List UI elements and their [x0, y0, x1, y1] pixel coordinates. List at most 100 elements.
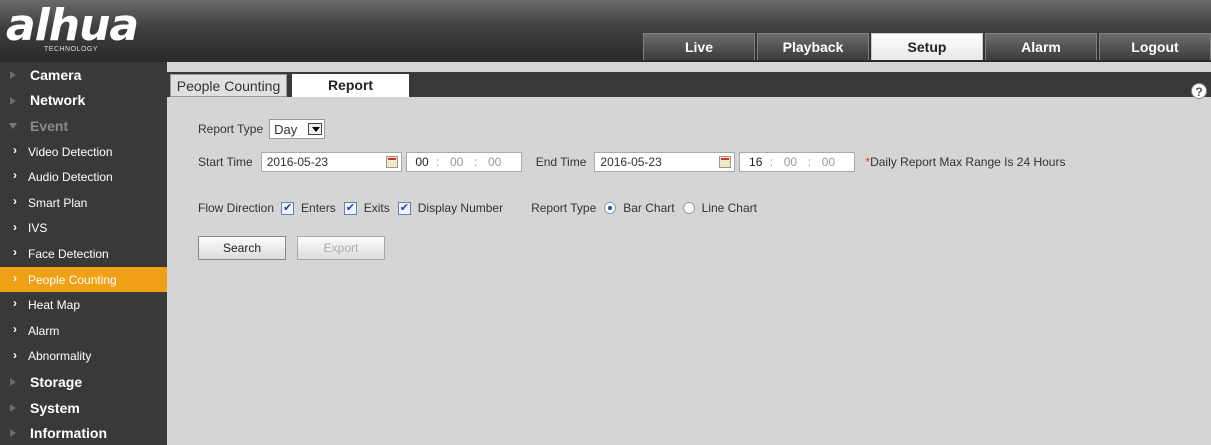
sidebar: Camera Network Event › Video Detection ›… — [0, 62, 167, 445]
sidebar-item-audio-detection[interactable]: › Audio Detection — [0, 164, 167, 190]
sidebar-group-event[interactable]: Event — [0, 113, 167, 139]
report-type-chart-label: Report Type — [531, 201, 597, 215]
range-note-text: Daily Report Max Range Is 24 Hours — [870, 155, 1066, 169]
sidebar-item-label: People Counting — [28, 272, 117, 287]
sidebar-item-label: Audio Detection — [28, 170, 113, 185]
sidebar-group-network[interactable]: Network — [0, 88, 167, 114]
sidebar-group-system[interactable]: System — [0, 395, 167, 421]
top-header: alhua TECHNOLOGY Live Playback Setup Ala… — [0, 0, 1211, 62]
chevron-right-icon: › — [13, 270, 17, 285]
start-time-label: Start Time — [198, 155, 253, 169]
expanded-triangle-icon — [9, 123, 17, 130]
calendar-icon[interactable] — [719, 156, 732, 168]
sidebar-group-label: Storage — [30, 373, 83, 390]
sidebar-item-ivs[interactable]: › IVS — [0, 216, 167, 242]
report-type-label: Report Type — [198, 122, 264, 136]
start-date-input[interactable]: 2016-05-23 — [260, 152, 402, 172]
chevron-right-icon: › — [13, 347, 17, 362]
sidebar-item-alarm[interactable]: › Alarm — [0, 318, 167, 344]
sidebar-item-label: Smart Plan — [28, 195, 88, 210]
report-type-row: Report Type Day — [198, 119, 326, 139]
end-date-input[interactable]: 2016-05-23 — [594, 152, 736, 172]
sidebar-item-heat-map[interactable]: › Heat Map — [0, 292, 167, 318]
range-note: *Daily Report Max Range Is 24 Hours — [865, 155, 1065, 169]
sidebar-item-label: Video Detection — [28, 144, 113, 159]
start-minute[interactable]: 00 — [447, 155, 467, 169]
top-navigation: Live Playback Setup Alarm Logout — [641, 33, 1211, 60]
sidebar-item-face-detection[interactable]: › Face Detection — [0, 241, 167, 267]
end-time-label: End Time — [535, 155, 587, 169]
end-date-value: 2016-05-23 — [600, 155, 662, 169]
end-hour[interactable]: 16 — [740, 155, 762, 169]
calendar-icon[interactable] — [385, 156, 398, 168]
export-button[interactable]: Export — [297, 236, 385, 260]
subtab-bar: People Counting Report ? — [167, 72, 1211, 99]
chevron-right-icon: › — [13, 193, 17, 208]
collapsed-triangle-icon — [10, 378, 16, 387]
collapsed-triangle-icon — [10, 403, 16, 412]
end-second[interactable]: 00 — [818, 155, 838, 169]
sidebar-group-storage[interactable]: Storage — [0, 369, 167, 395]
chevron-right-icon: › — [13, 219, 17, 234]
time-separator: : — [769, 155, 774, 169]
nav-tab-alarm[interactable]: Alarm — [985, 33, 1097, 60]
flow-direction-row: Flow Direction Enters Exits Display Numb… — [198, 200, 757, 216]
tab-people-counting[interactable]: People Counting — [170, 74, 287, 97]
chevron-right-icon: › — [13, 168, 17, 183]
nav-tab-live[interactable]: Live — [643, 33, 755, 60]
exits-label: Exits — [363, 201, 390, 215]
sidebar-item-video-detection[interactable]: › Video Detection — [0, 139, 167, 165]
collapsed-triangle-icon — [10, 96, 16, 105]
bar-chart-radio[interactable] — [604, 202, 617, 214]
collapsed-triangle-icon — [10, 71, 16, 79]
nav-tab-playback[interactable]: Playback — [757, 33, 869, 60]
exits-checkbox[interactable] — [343, 201, 357, 215]
enters-checkbox[interactable] — [281, 201, 295, 215]
sidebar-item-smart-plan[interactable]: › Smart Plan — [0, 190, 167, 216]
enters-label: Enters — [301, 201, 336, 215]
sidebar-group-camera[interactable]: Camera — [0, 62, 167, 88]
start-date-value: 2016-05-23 — [266, 155, 329, 169]
bar-chart-label: Bar Chart — [623, 201, 675, 215]
display-number-checkbox[interactable] — [397, 201, 411, 215]
time-row: Start Time 2016-05-23 00 : 00 : 00 End T… — [198, 152, 1065, 172]
line-chart-label: Line Chart — [701, 201, 757, 215]
help-icon[interactable]: ? — [1191, 83, 1207, 99]
search-button[interactable]: Search — [198, 236, 286, 260]
sidebar-group-label: Camera — [30, 66, 82, 83]
nav-tab-setup[interactable]: Setup — [871, 33, 983, 60]
end-time-input[interactable]: 16 : 00 : 00 — [739, 152, 856, 172]
logo-subtext: TECHNOLOGY — [44, 46, 99, 53]
sidebar-group-label: Information — [30, 425, 107, 442]
tab-report[interactable]: Report — [292, 74, 409, 97]
report-type-select[interactable]: Day — [269, 119, 326, 139]
logo-text: alhua — [6, 0, 139, 51]
report-type-value: Day — [274, 121, 298, 137]
sidebar-group-label: System — [30, 399, 80, 416]
sidebar-item-label: Heat Map — [28, 298, 81, 313]
sidebar-item-label: IVS — [28, 221, 48, 236]
end-minute[interactable]: 00 — [780, 155, 800, 169]
sidebar-group-information[interactable]: Information — [0, 420, 167, 445]
time-separator: : — [474, 155, 478, 169]
start-time-input[interactable]: 00 : 00 : 00 — [405, 152, 522, 172]
nav-tab-logout[interactable]: Logout — [1099, 33, 1211, 60]
chevron-right-icon: › — [13, 321, 17, 336]
sidebar-group-label: Event — [30, 117, 69, 134]
sidebar-item-abnormality[interactable]: › Abnormality — [0, 344, 167, 370]
chevron-right-icon: › — [13, 245, 17, 260]
start-second[interactable]: 00 — [485, 155, 505, 169]
sidebar-item-label: Face Detection — [28, 246, 109, 261]
sidebar-item-people-counting[interactable]: › People Counting — [0, 266, 167, 293]
chevron-right-icon: › — [13, 296, 17, 311]
collapsed-triangle-icon — [10, 429, 16, 438]
time-separator: : — [807, 155, 812, 169]
start-hour[interactable]: 00 — [407, 155, 428, 169]
time-separator: : — [436, 155, 440, 169]
sidebar-item-label: Abnormality — [28, 349, 92, 364]
dropdown-arrow-icon — [308, 123, 323, 135]
chevron-right-icon: › — [13, 142, 17, 157]
display-number-label: Display Number — [417, 201, 504, 215]
sidebar-group-label: Network — [30, 92, 86, 109]
line-chart-radio[interactable] — [682, 202, 695, 214]
